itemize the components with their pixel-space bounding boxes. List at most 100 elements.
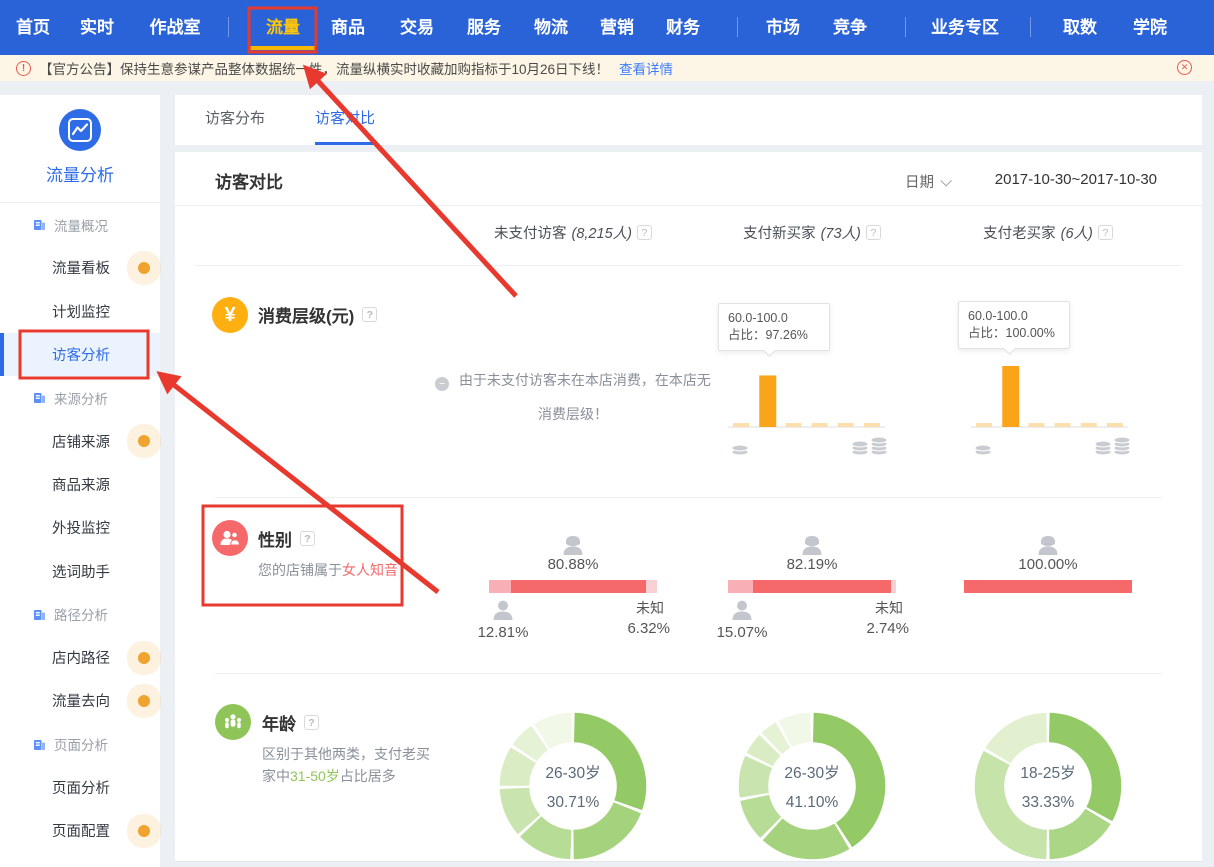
- sidebar-item[interactable]: 流量去向: [0, 679, 160, 722]
- help-icon[interactable]: ?: [304, 715, 319, 730]
- gender-stacked-bar: [964, 580, 1132, 593]
- gender-chart-new[interactable]: 82.19%15.07%未知2.74%: [697, 534, 927, 646]
- sidebar-item-label: 选词助手: [52, 561, 110, 582]
- sidebar-item-label: 外投监控: [52, 517, 110, 538]
- donut-center-label: 26-30岁30.71%: [513, 759, 633, 817]
- age-donut-unpaid[interactable]: 26-30岁30.71%: [478, 691, 668, 862]
- tabs-bar: 访客分布访客对比: [175, 95, 1202, 145]
- nav-item[interactable]: 学院: [1133, 0, 1167, 55]
- sidebar-item[interactable]: 店铺来源: [0, 419, 160, 462]
- consumption-bar-chart-new[interactable]: [720, 357, 905, 462]
- female-percentage: 80.88%: [458, 556, 688, 573]
- nav-item[interactable]: 市场: [766, 0, 800, 55]
- gender-chart-unpaid[interactable]: 80.88%12.81%未知6.32%: [458, 534, 688, 646]
- tab-visitor-compare[interactable]: 访客对比: [315, 95, 375, 145]
- divider: [737, 17, 738, 37]
- female-percentage: 100.00%: [933, 556, 1163, 573]
- warning-icon: !: [16, 61, 31, 76]
- donut-center-label: 26-30岁41.10%: [752, 759, 872, 817]
- nav-item[interactable]: 物流: [534, 0, 568, 55]
- sidebar-item-label: 路径分析: [54, 604, 108, 624]
- nav-item[interactable]: 交易: [400, 0, 434, 55]
- sidebar-section-header[interactable]: 流量概况: [0, 203, 160, 246]
- gender-chart-old[interactable]: 100.00%: [933, 534, 1163, 646]
- age-donut-new[interactable]: 26-30岁41.10%: [717, 691, 907, 862]
- sidebar-section-header[interactable]: 页面分析: [0, 723, 160, 766]
- section-icon: [33, 738, 46, 751]
- unknown-percentage: 2.74%: [866, 620, 909, 637]
- unknown-percentage: 6.32%: [627, 620, 670, 637]
- female-segment: [511, 580, 647, 593]
- close-icon[interactable]: ✕: [1177, 60, 1192, 75]
- divider: [215, 673, 1162, 674]
- help-icon[interactable]: ?: [300, 531, 315, 546]
- sidebar-item-label: 店内路径: [52, 647, 110, 668]
- tab-visitor-distribution[interactable]: 访客分布: [205, 95, 265, 145]
- nav-item[interactable]: 取数: [1063, 0, 1097, 55]
- gender-stacked-bar: [489, 580, 657, 593]
- male-segment: [489, 580, 511, 593]
- age-donut-old[interactable]: 18-25岁33.33%: [953, 691, 1143, 862]
- sidebar-item[interactable]: 外投监控: [0, 506, 160, 549]
- sidebar-item-label: 店铺来源: [52, 431, 110, 452]
- nav-item[interactable]: 商品: [331, 0, 365, 55]
- unknown-label: 未知: [636, 598, 664, 618]
- chevron-down-icon: [940, 175, 951, 186]
- nav-item[interactable]: 实时: [80, 0, 114, 55]
- date-filter-dropdown[interactable]: 日期: [905, 171, 948, 192]
- section-icon: [33, 608, 46, 621]
- sidebar-section-header[interactable]: 路径分析: [0, 593, 160, 636]
- sidebar-item[interactable]: 页面配置: [0, 809, 160, 852]
- notification-dot: [138, 825, 150, 837]
- sidebar-item[interactable]: 计划监控: [0, 290, 160, 333]
- divider: [215, 497, 1162, 498]
- sidebar-item-label: 页面分析: [54, 734, 108, 754]
- consumption-bar-chart-old[interactable]: [963, 357, 1148, 462]
- sidebar-item[interactable]: 访客分析: [0, 333, 160, 376]
- help-icon[interactable]: ?: [637, 225, 652, 240]
- nav-item[interactable]: 营销: [600, 0, 634, 55]
- sidebar-item-label: 访客分析: [52, 344, 110, 365]
- gender-section-subtitle: 您的店铺属于女人知音: [258, 560, 398, 580]
- announcement-link[interactable]: 查看详情: [619, 58, 673, 78]
- nav-item[interactable]: 服务: [467, 0, 501, 55]
- screen: 首页实时作战室 流量商品交易服务物流营销财务 市场竞争 业务专区 取数学院 ! 【官方公…: [0, 0, 1214, 867]
- page-title: 访客对比: [215, 168, 283, 193]
- nav-item[interactable]: 财务: [666, 0, 700, 55]
- announcement-bar: ! 【官方公告】保持生意参谋产品整体数据统一性，流量纵横实时收藏加购指标于10月…: [0, 55, 1214, 81]
- sidebar-section-header[interactable]: 来源分析: [0, 376, 160, 419]
- gender-section-title: 性别 ?: [258, 526, 315, 551]
- sidebar-item[interactable]: 选词助手: [0, 549, 160, 592]
- sidebar-item[interactable]: 店内路径: [0, 636, 160, 679]
- help-icon[interactable]: ?: [866, 225, 881, 240]
- sidebar-item-label: 流量概况: [54, 215, 108, 235]
- divider: [228, 17, 229, 37]
- section-icon: [33, 391, 46, 404]
- sidebar: 流量分析 流量概况流量看板计划监控访客分析来源分析店铺来源商品来源外投监控选词助…: [0, 95, 160, 867]
- consumption-note: 消费层级！: [393, 404, 753, 424]
- minus-icon: −: [435, 377, 449, 391]
- nav-item[interactable]: 首页: [16, 0, 50, 55]
- gender-stacked-bar: [728, 580, 896, 593]
- nav-item[interactable]: 作战室: [150, 0, 201, 55]
- help-icon[interactable]: ?: [362, 307, 377, 322]
- consumption-tooltip-new: 60.0-100.0 占比：97.26%: [718, 303, 830, 351]
- help-icon[interactable]: ?: [1098, 225, 1113, 240]
- traffic-analysis-icon: [59, 109, 101, 151]
- sidebar-app-header: 流量分析: [0, 95, 160, 202]
- sidebar-item-label: 页面配置: [52, 820, 110, 841]
- sidebar-menu: 流量概况流量看板计划监控访客分析来源分析店铺来源商品来源外投监控选词助手路径分析…: [0, 203, 160, 852]
- nav-item[interactable]: 竞争: [833, 0, 867, 55]
- age-section-subtitle: 家中31-50岁占比居多: [262, 766, 396, 786]
- sidebar-app-title: 流量分析: [0, 161, 160, 186]
- visitor-compare-panel: 访客对比 日期 2017-10-30~2017-10-30 未支付访客(8,21…: [175, 152, 1202, 862]
- sidebar-item-label: 流量看板: [52, 257, 110, 278]
- sidebar-item[interactable]: 流量看板: [0, 246, 160, 289]
- male-icon: [731, 600, 753, 625]
- sidebar-item[interactable]: 页面分析: [0, 766, 160, 809]
- divider: [905, 17, 906, 37]
- nav-item[interactable]: 业务专区: [931, 0, 999, 55]
- nav-item[interactable]: 流量: [266, 0, 300, 55]
- notification-dot: [138, 435, 150, 447]
- sidebar-item[interactable]: 商品来源: [0, 463, 160, 506]
